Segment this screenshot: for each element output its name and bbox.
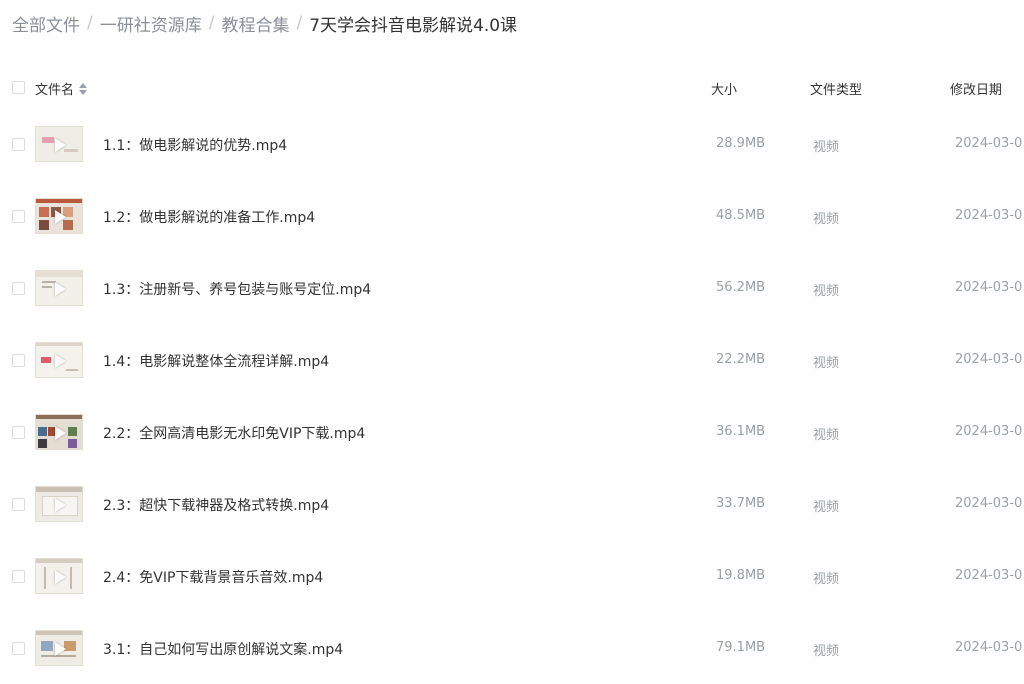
file-date: 2024-03-0 <box>955 640 1023 655</box>
file-name[interactable]: 2.2：全网高清电影无水印免VIP下载.mp4 <box>103 423 365 443</box>
row-checkbox[interactable] <box>12 210 25 223</box>
file-size: 28.9MB <box>716 136 766 151</box>
file-row[interactable]: 3.1：自己如何写出原创解说文案.mp4 79.1MB 视频 2024-03-0 <box>0 612 1024 684</box>
row-checkbox[interactable] <box>12 354 25 367</box>
file-name[interactable]: 1.3：注册新号、养号包装与账号定位.mp4 <box>103 279 371 299</box>
row-checkbox[interactable] <box>12 282 25 295</box>
file-row[interactable]: 1.3：注册新号、养号包装与账号定位.mp4 56.2MB 视频 2024-03… <box>0 252 1024 324</box>
file-type: 视频 <box>813 572 840 587</box>
file-name[interactable]: 1.4：电影解说整体全流程详解.mp4 <box>103 351 329 371</box>
video-thumbnail[interactable] <box>35 126 83 162</box>
video-thumbnail[interactable] <box>35 630 83 666</box>
file-type: 视频 <box>813 644 840 659</box>
file-row[interactable]: 2.2：全网高清电影无水印免VIP下载.mp4 36.1MB 视频 2024-0… <box>0 396 1024 468</box>
file-name[interactable]: 1.2：做电影解说的准备工作.mp4 <box>103 207 315 227</box>
play-icon <box>55 138 66 152</box>
breadcrumb-separator: / <box>208 13 215 33</box>
video-thumbnail[interactable] <box>35 270 83 306</box>
file-name[interactable]: 2.4：免VIP下载背景音乐音效.mp4 <box>103 567 323 587</box>
breadcrumb-tutorial-collection[interactable]: 教程合集 <box>221 11 289 36</box>
column-header-name[interactable]: 文件名 <box>35 79 88 98</box>
play-icon <box>55 498 66 512</box>
file-type: 视频 <box>813 356 840 371</box>
column-header-date[interactable]: 修改日期 <box>950 79 1002 98</box>
row-checkbox[interactable] <box>12 426 25 439</box>
row-checkbox[interactable] <box>12 642 25 655</box>
file-size: 36.1MB <box>716 424 766 439</box>
video-thumbnail[interactable] <box>35 414 83 450</box>
video-thumbnail[interactable] <box>35 558 83 594</box>
play-icon <box>55 426 66 440</box>
file-name[interactable]: 1.1：做电影解说的优势.mp4 <box>103 135 287 155</box>
play-icon <box>55 354 66 368</box>
video-thumbnail[interactable] <box>35 342 83 378</box>
column-header-name-label: 文件名 <box>35 83 75 98</box>
file-name[interactable]: 2.3：超快下载神器及格式转换.mp4 <box>103 495 329 515</box>
file-name[interactable]: 3.1：自己如何写出原创解说文案.mp4 <box>103 639 343 659</box>
column-header-size[interactable]: 大小 <box>711 79 737 98</box>
file-date: 2024-03-0 <box>955 352 1023 367</box>
file-date: 2024-03-0 <box>955 280 1023 295</box>
file-size: 19.8MB <box>716 568 766 583</box>
row-checkbox[interactable] <box>12 498 25 511</box>
video-thumbnail[interactable] <box>35 486 83 522</box>
file-row[interactable]: 1.1：做电影解说的优势.mp4 28.9MB 视频 2024-03-0 <box>0 108 1024 180</box>
file-row[interactable]: 1.2：做电影解说的准备工作.mp4 48.5MB 视频 2024-03-0 <box>0 180 1024 252</box>
file-size: 22.2MB <box>716 352 766 367</box>
video-thumbnail[interactable] <box>35 198 83 234</box>
file-list: 1.1：做电影解说的优势.mp4 28.9MB 视频 2024-03-0 1.2… <box>0 108 1024 684</box>
breadcrumb-current-folder: 7天学会抖音电影解说4.0课 <box>309 15 518 36</box>
file-row[interactable]: 1.4：电影解说整体全流程详解.mp4 22.2MB 视频 2024-03-0 <box>0 324 1024 396</box>
row-checkbox[interactable] <box>12 138 25 151</box>
file-size: 33.7MB <box>716 496 766 511</box>
breadcrumb-resource-library[interactable]: 一研社资源库 <box>100 11 202 36</box>
row-checkbox[interactable] <box>12 570 25 583</box>
file-date: 2024-03-0 <box>955 136 1023 151</box>
file-date: 2024-03-0 <box>955 568 1023 583</box>
breadcrumb-separator: / <box>87 13 93 33</box>
file-size: 79.1MB <box>716 640 766 655</box>
file-type: 视频 <box>813 284 840 299</box>
file-type: 视频 <box>813 140 840 155</box>
file-date: 2024-03-0 <box>955 208 1023 223</box>
file-row[interactable]: 2.4：免VIP下载背景音乐音效.mp4 19.8MB 视频 2024-03-0 <box>0 540 1024 612</box>
file-type: 视频 <box>813 212 840 227</box>
play-icon <box>55 642 66 656</box>
play-icon <box>55 210 66 224</box>
file-type: 视频 <box>813 500 840 515</box>
breadcrumb-separator: / <box>296 13 303 33</box>
file-size: 48.5MB <box>716 208 766 223</box>
file-date: 2024-03-0 <box>955 424 1023 439</box>
select-all-checkbox[interactable] <box>12 81 25 94</box>
file-size: 56.2MB <box>716 280 766 295</box>
sort-icon[interactable] <box>79 82 88 95</box>
file-date: 2024-03-0 <box>955 496 1023 511</box>
table-header: 文件名 大小 文件类型 修改日期 <box>0 72 1024 104</box>
file-row[interactable]: 2.3：超快下载神器及格式转换.mp4 33.7MB 视频 2024-03-0 <box>0 468 1024 540</box>
play-icon <box>55 282 66 296</box>
breadcrumb-all-files[interactable]: 全部文件 <box>12 11 80 36</box>
column-header-type[interactable]: 文件类型 <box>810 79 862 98</box>
play-icon <box>55 570 66 584</box>
file-type: 视频 <box>813 428 840 443</box>
breadcrumb: 全部文件 / 一研社资源库 / 教程合集 / 7天学会抖音电影解说4.0课 <box>12 10 517 36</box>
